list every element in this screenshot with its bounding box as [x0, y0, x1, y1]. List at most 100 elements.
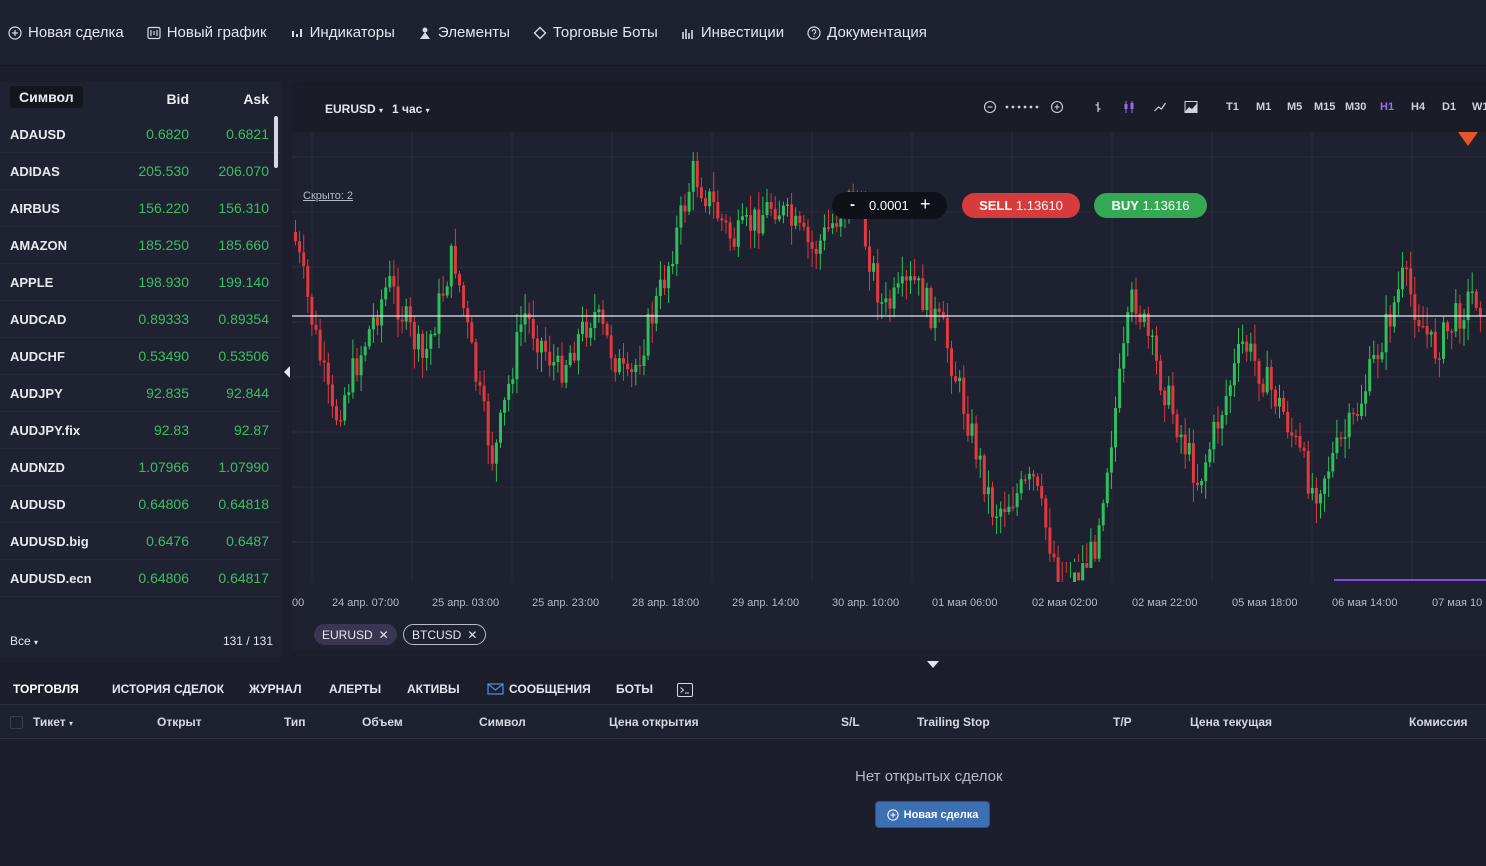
indicators-menu[interactable]: Индикаторы	[290, 24, 395, 41]
new-chart-menu[interactable]: Новый график	[147, 24, 267, 41]
candle-body	[1273, 389, 1277, 407]
column-header[interactable]: S/L	[841, 715, 860, 729]
new-deal-menu[interactable]: Новая сделка	[8, 24, 124, 41]
tab-journal[interactable]: ЖУРНАЛ	[249, 682, 302, 696]
x-tick-label: 00	[292, 597, 305, 609]
column-header[interactable]: Тикет ▾	[33, 715, 73, 729]
symbol-row[interactable]: ADAUSD 0.6820 0.6821	[0, 116, 281, 153]
symbol-row[interactable]: AUDUSD 0.64806 0.64818	[0, 486, 281, 523]
zoom-slider-icon[interactable]	[1004, 99, 1042, 115]
quantity-value[interactable]: 0.0001	[869, 198, 909, 213]
column-header[interactable]: Открыт	[157, 715, 202, 729]
quantity-decrease-button[interactable]: -	[850, 196, 855, 213]
symbol-row[interactable]: AUDUSD.ecn 0.64806 0.64817	[0, 560, 281, 597]
candle-body	[622, 358, 625, 364]
candle-type-icon[interactable]	[1121, 99, 1137, 115]
column-header[interactable]: T/P	[1113, 715, 1132, 729]
tab-deal-history[interactable]: ИСТОРИЯ СДЕЛОК	[112, 682, 224, 696]
symbol-row[interactable]: AUDNZD 1.07966 1.07990	[0, 449, 281, 486]
symbol-row[interactable]: AUDCHF 0.53490 0.53506	[0, 338, 281, 375]
timeframe-h1[interactable]: H1	[1380, 101, 1394, 113]
chart-area[interactable]: Скрыто: 2 - 0.0001 + SELL 1.13610 BUY 1.…	[292, 132, 1486, 582]
timeframe-m5[interactable]: M5	[1287, 101, 1302, 113]
timeframe-m1[interactable]: M1	[1256, 101, 1271, 113]
bar-type-icon[interactable]	[1090, 99, 1106, 115]
trading-bots-menu[interactable]: Торговые Боты	[533, 24, 658, 41]
zoom-in-icon[interactable]	[1049, 99, 1065, 115]
tab-alerts[interactable]: АЛЕРТЫ	[329, 682, 381, 696]
symbol-row[interactable]: AUDJPY.fix 92.83 92.87	[0, 412, 281, 449]
select-all-checkbox[interactable]	[10, 716, 23, 729]
elements-menu[interactable]: Элементы	[418, 24, 510, 41]
close-icon[interactable]: ✕	[467, 628, 477, 642]
symbol-row[interactable]: AUDCAD 0.89333 0.89354	[0, 301, 281, 338]
symbol-row[interactable]: AUDJPY 92.835 92.844	[0, 375, 281, 412]
column-header[interactable]: Цена текущая	[1190, 715, 1272, 729]
column-header[interactable]: Символ	[479, 715, 526, 729]
column-header[interactable]: Комиссия	[1409, 715, 1467, 729]
timeframe-w1[interactable]: W1	[1472, 101, 1486, 113]
symbol-row[interactable]: ADIDAS 205.530 206.070	[0, 153, 281, 190]
timeframe-d1[interactable]: D1	[1442, 101, 1456, 113]
area-type-icon[interactable]	[1183, 99, 1199, 115]
column-header[interactable]: Объем	[362, 715, 403, 729]
zoom-out-icon[interactable]	[982, 99, 998, 115]
collapse-symbols-button[interactable]	[281, 362, 292, 382]
symbol-row[interactable]: AIRBUS 156.220 156.310	[0, 190, 281, 227]
timeframe-h4[interactable]: H4	[1411, 101, 1425, 113]
chart-tab-eurusd[interactable]: EURUSD ✕	[314, 624, 397, 645]
chevron-down-icon: ▾	[425, 106, 430, 115]
symbol-ask: 206.070	[218, 163, 269, 179]
hidden-elements-link[interactable]: Скрыто: 2	[303, 190, 353, 202]
investments-menu[interactable]: Инвестиции	[681, 24, 784, 41]
collapse-chart-icon[interactable]	[924, 658, 942, 672]
candle-body	[904, 276, 908, 281]
symbol-column-header[interactable]: Символ	[10, 86, 83, 108]
buy-button[interactable]: BUY 1.13616	[1094, 193, 1207, 218]
quantity-increase-button[interactable]: +	[920, 194, 931, 215]
ask-column-header[interactable]: Ask	[243, 91, 269, 107]
column-header[interactable]: Тип	[284, 715, 306, 729]
timeframe-m30[interactable]: M30	[1345, 101, 1366, 113]
column-header[interactable]: Цена открытия	[609, 715, 699, 729]
symbol-list-scrollbar[interactable]	[274, 116, 278, 168]
candle-body	[1409, 268, 1413, 295]
terminal-icon[interactable]	[677, 683, 693, 697]
documentation-menu[interactable]: Документация	[807, 24, 927, 41]
symbol-bid: 0.64806	[138, 496, 189, 512]
candle-body	[597, 309, 601, 312]
candle-body	[790, 204, 794, 226]
tab-assets[interactable]: АКТИВЫ	[407, 682, 460, 696]
tab-bots[interactable]: БОТЫ	[616, 682, 653, 696]
candle-body	[376, 317, 379, 326]
candle-body	[1368, 358, 1372, 392]
chart-tab-btcusd[interactable]: BTCUSD ✕	[403, 624, 487, 645]
symbol-row[interactable]: APPLE 198.930 199.140	[0, 264, 281, 301]
new-deal-button[interactable]: Новая сделка	[876, 802, 989, 827]
line-type-icon[interactable]	[1152, 99, 1168, 115]
price-marker-icon[interactable]	[1458, 132, 1478, 146]
timeframe-t1[interactable]: T1	[1226, 101, 1239, 113]
symbol-row[interactable]: AMAZON 185.250 185.660	[0, 227, 281, 264]
symbol-bid: 185.250	[138, 237, 189, 253]
symbol-name: AUDNZD	[10, 459, 65, 475]
bid-column-header[interactable]: Bid	[166, 91, 189, 107]
candle-body	[671, 263, 675, 267]
candle-body	[765, 202, 769, 215]
symbol-filter-dropdown[interactable]: Все ▾	[10, 634, 38, 648]
buy-label: BUY	[1111, 198, 1139, 213]
close-icon[interactable]: ✕	[379, 628, 389, 642]
candle-body	[1429, 331, 1433, 335]
symbol-row[interactable]: AUDUSD.fix 0.6480 0.6483	[0, 597, 281, 609]
sell-button[interactable]: SELL 1.13610	[962, 193, 1080, 218]
candle-body	[663, 279, 666, 289]
tab-messages[interactable]: СООБЩЕНИЯ	[487, 682, 591, 696]
timeframe-m15[interactable]: M15	[1314, 101, 1335, 113]
column-header[interactable]: Trailing Stop	[917, 715, 990, 729]
symbol-row[interactable]: AUDUSD.big 0.6476 0.6487	[0, 523, 281, 560]
scroll-range-indicator[interactable]	[292, 579, 1486, 583]
chart-timeframe-label: 1 час	[392, 102, 423, 116]
chart-timeframe-select[interactable]: 1 час ▾	[392, 102, 430, 116]
chart-symbol-select[interactable]: EURUSD ▾	[325, 102, 383, 116]
tab-trading[interactable]: ТОРГОВЛЯ	[13, 682, 79, 696]
